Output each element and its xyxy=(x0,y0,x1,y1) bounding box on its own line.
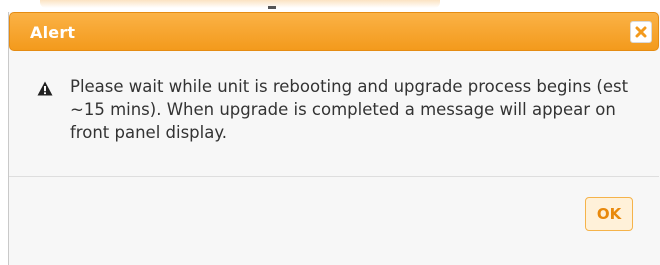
alert-message: Please wait while unit is rebooting and … xyxy=(70,77,629,142)
dialog-titlebar: Alert xyxy=(9,12,659,51)
close-icon xyxy=(635,26,647,38)
warning-icon xyxy=(37,81,53,96)
alert-dialog: Alert Please wait while unit is rebootin… xyxy=(8,12,660,265)
dialog-footer: OK xyxy=(9,177,659,265)
dialog-title: Alert xyxy=(30,23,76,42)
page: Alert Please wait while unit is rebootin… xyxy=(0,0,660,265)
dialog-body: Please wait while unit is rebooting and … xyxy=(9,51,659,176)
background-strip xyxy=(0,0,660,12)
ok-button[interactable]: OK xyxy=(585,197,633,231)
background-mark xyxy=(268,6,276,9)
background-glow xyxy=(40,0,440,8)
close-button[interactable] xyxy=(630,21,652,43)
